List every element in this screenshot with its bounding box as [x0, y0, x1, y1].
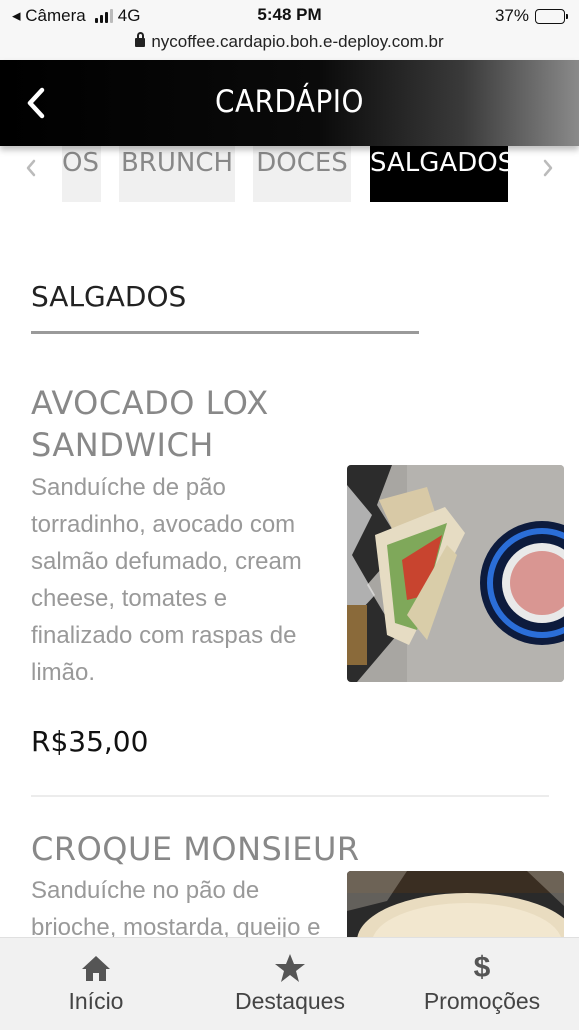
menu-item-price: R$35,00 [31, 725, 149, 758]
tab-label: SALGADOS [370, 148, 515, 178]
tab-brunch[interactable]: BRUNCH [119, 146, 235, 202]
tab-salgados[interactable]: SALGADOS [370, 146, 514, 202]
url-text: nycoffee.cardapio.boh.e-deploy.com.br [151, 32, 444, 51]
bottom-navigation: Início Destaques $ Promoções [0, 937, 579, 1030]
nav-label: Destaques [235, 988, 345, 1014]
category-tabs: OS BRUNCH DOCES SALGADOS [0, 146, 579, 202]
tab-label: OS [62, 148, 99, 178]
dollar-icon: $ [473, 951, 491, 984]
status-right: 37% [494, 6, 568, 26]
lock-icon [135, 32, 146, 47]
menu-item-description: Sanduíche de pão torradinho, avocado com… [31, 474, 302, 686]
app-header: CARDÁPIO [0, 60, 579, 146]
nav-item-inicio[interactable]: Início [40, 952, 152, 1015]
tab-doces[interactable]: DOCES [253, 146, 351, 202]
croque-image [347, 871, 564, 937]
nav-label: Promoções [423, 988, 541, 1014]
battery-percent: 37% [494, 6, 529, 25]
menu-item-name[interactable]: AVOCADO LOX [31, 382, 269, 424]
url-bar[interactable]: nycoffee.cardapio.boh.e-deploy.com.br [0, 30, 579, 60]
item-divider [31, 795, 549, 797]
status-time: 5:48 PM [257, 5, 322, 24]
section-divider [31, 331, 419, 334]
section-title: SALGADOS [31, 280, 187, 313]
chevron-right-icon [543, 159, 553, 177]
sandwich-image [347, 465, 564, 682]
tab-label: DOCES [256, 148, 348, 178]
nav-item-promocoes[interactable]: $ Promoções [414, 952, 550, 1015]
croque-photo[interactable] [347, 871, 564, 937]
page-title: CARDÁPIO [215, 84, 364, 120]
status-bar: ◂ Câmera 4G 5:48 PM 37% [0, 0, 579, 30]
home-icon [40, 952, 152, 984]
battery-icon [535, 8, 568, 24]
star-icon [220, 952, 360, 984]
chevron-left-icon [26, 159, 36, 177]
tabs-scroll-left-button[interactable] [20, 154, 42, 184]
menu-item-name[interactable]: CROQUE MONSIEUR [31, 828, 360, 870]
sandwich-photo[interactable] [347, 465, 564, 682]
menu-item-description: Sanduíche no pão de brioche, mostarda, q… [31, 877, 321, 941]
tabs-scroll-right-button[interactable] [537, 154, 559, 184]
tab-os[interactable]: OS [62, 146, 101, 202]
nav-label: Início [68, 988, 124, 1014]
nav-item-destaques[interactable]: Destaques [220, 952, 360, 1015]
tab-label: BRUNCH [120, 148, 234, 178]
menu-item-name-line2[interactable]: SANDWICH [31, 424, 214, 466]
